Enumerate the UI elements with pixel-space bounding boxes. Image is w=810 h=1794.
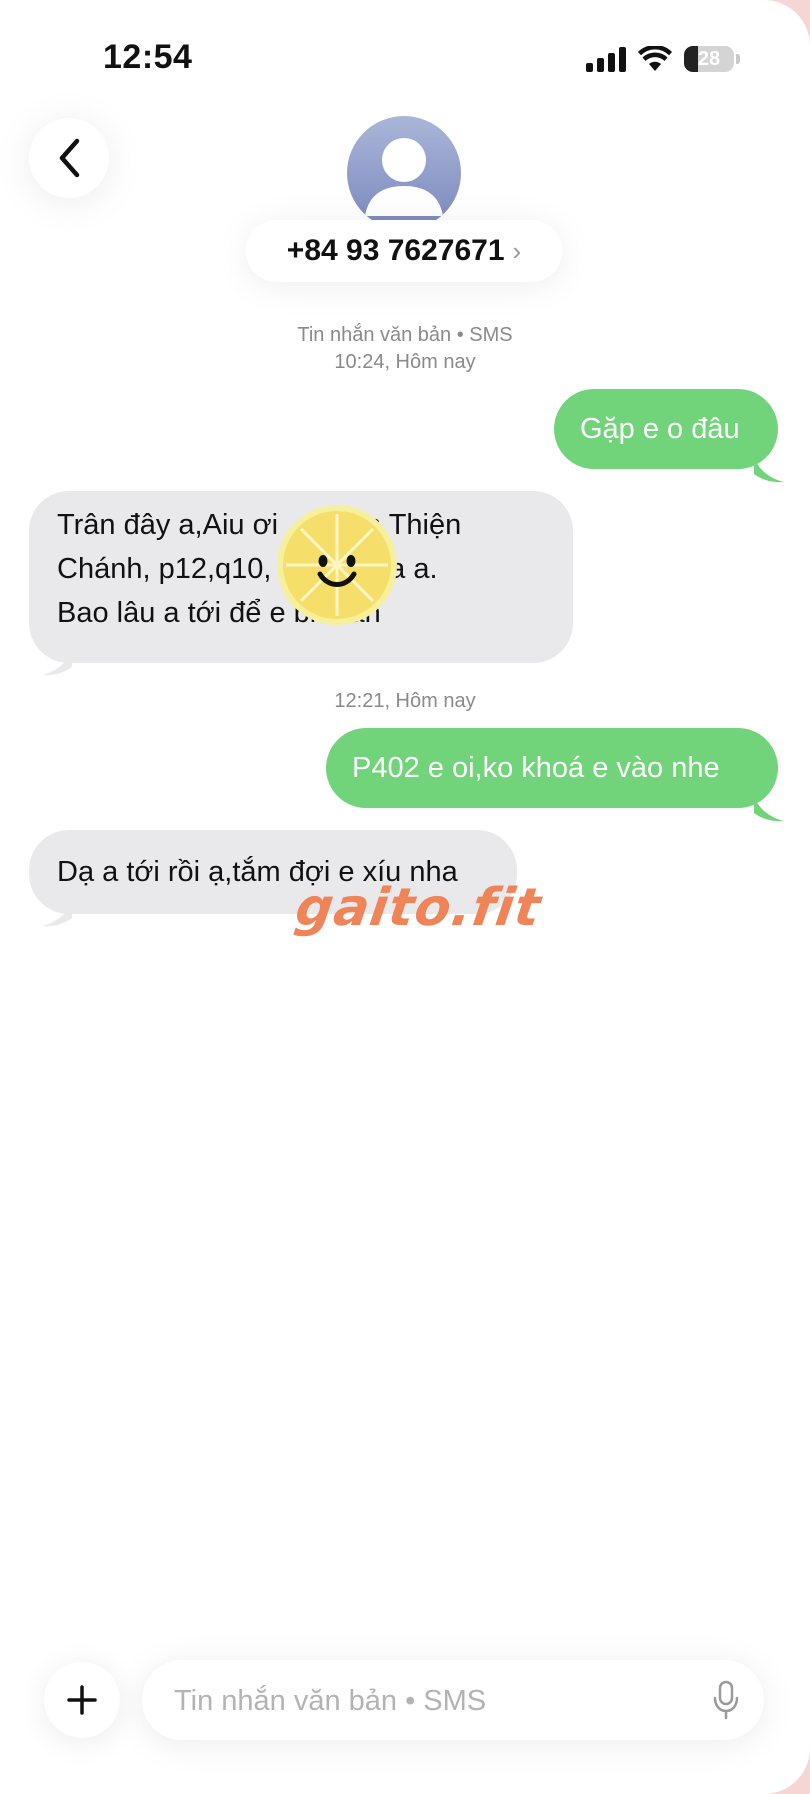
bubble-tail — [42, 902, 72, 927]
status-icons: 28 — [586, 44, 740, 74]
bubble-tail — [754, 797, 784, 822]
contact-number: +84 93 7627671 — [286, 234, 505, 267]
wifi-icon — [638, 46, 672, 71]
bubble-tail — [42, 651, 72, 676]
chevron-left-icon — [59, 138, 80, 178]
message-type-label: Tin nhắn văn bản • SMS — [297, 324, 513, 346]
message-compose-field[interactable] — [142, 1660, 764, 1742]
timestamp: 12:21, Hôm nay — [334, 690, 476, 712]
plus-icon — [67, 1685, 97, 1715]
cellular-signal-icon — [586, 46, 626, 72]
microphone-icon[interactable] — [712, 1680, 740, 1720]
chevron-right-icon: › — [512, 235, 522, 266]
outgoing-message[interactable]: Gặp e o đâu — [554, 389, 778, 469]
message-text: P402 e oi,ko khoá e vào nhe — [352, 752, 720, 784]
bubble-tail — [754, 458, 784, 483]
battery-level: 28 — [697, 48, 721, 70]
messages-screen: 12:54 28 +84 93 7627671 › Tin nhắn văn b… — [0, 0, 810, 1794]
status-time: 12:54 — [103, 38, 193, 76]
person-avatar-icon — [365, 138, 443, 216]
back-button[interactable] — [29, 118, 109, 198]
contact-name-button[interactable]: +84 93 7627671 › — [246, 220, 562, 282]
thread-meta-1: Tin nhắn văn bản • SMS 10:24, Hôm nay — [0, 322, 810, 376]
thread-meta-2: 12:21, Hôm nay — [0, 688, 810, 715]
message-text: Gặp e o đâu — [580, 413, 740, 445]
watermark: gaito.fit — [291, 878, 545, 938]
add-attachment-button[interactable] — [44, 1662, 120, 1738]
outgoing-message[interactable]: P402 e oi,ko khoá e vào nhe — [326, 728, 778, 808]
timestamp: 10:24, Hôm nay — [334, 351, 476, 373]
battery-icon: 28 — [684, 46, 734, 72]
message-input[interactable] — [172, 1660, 708, 1742]
contact-avatar[interactable] — [347, 116, 461, 230]
lemon-sticker-icon — [277, 505, 397, 625]
